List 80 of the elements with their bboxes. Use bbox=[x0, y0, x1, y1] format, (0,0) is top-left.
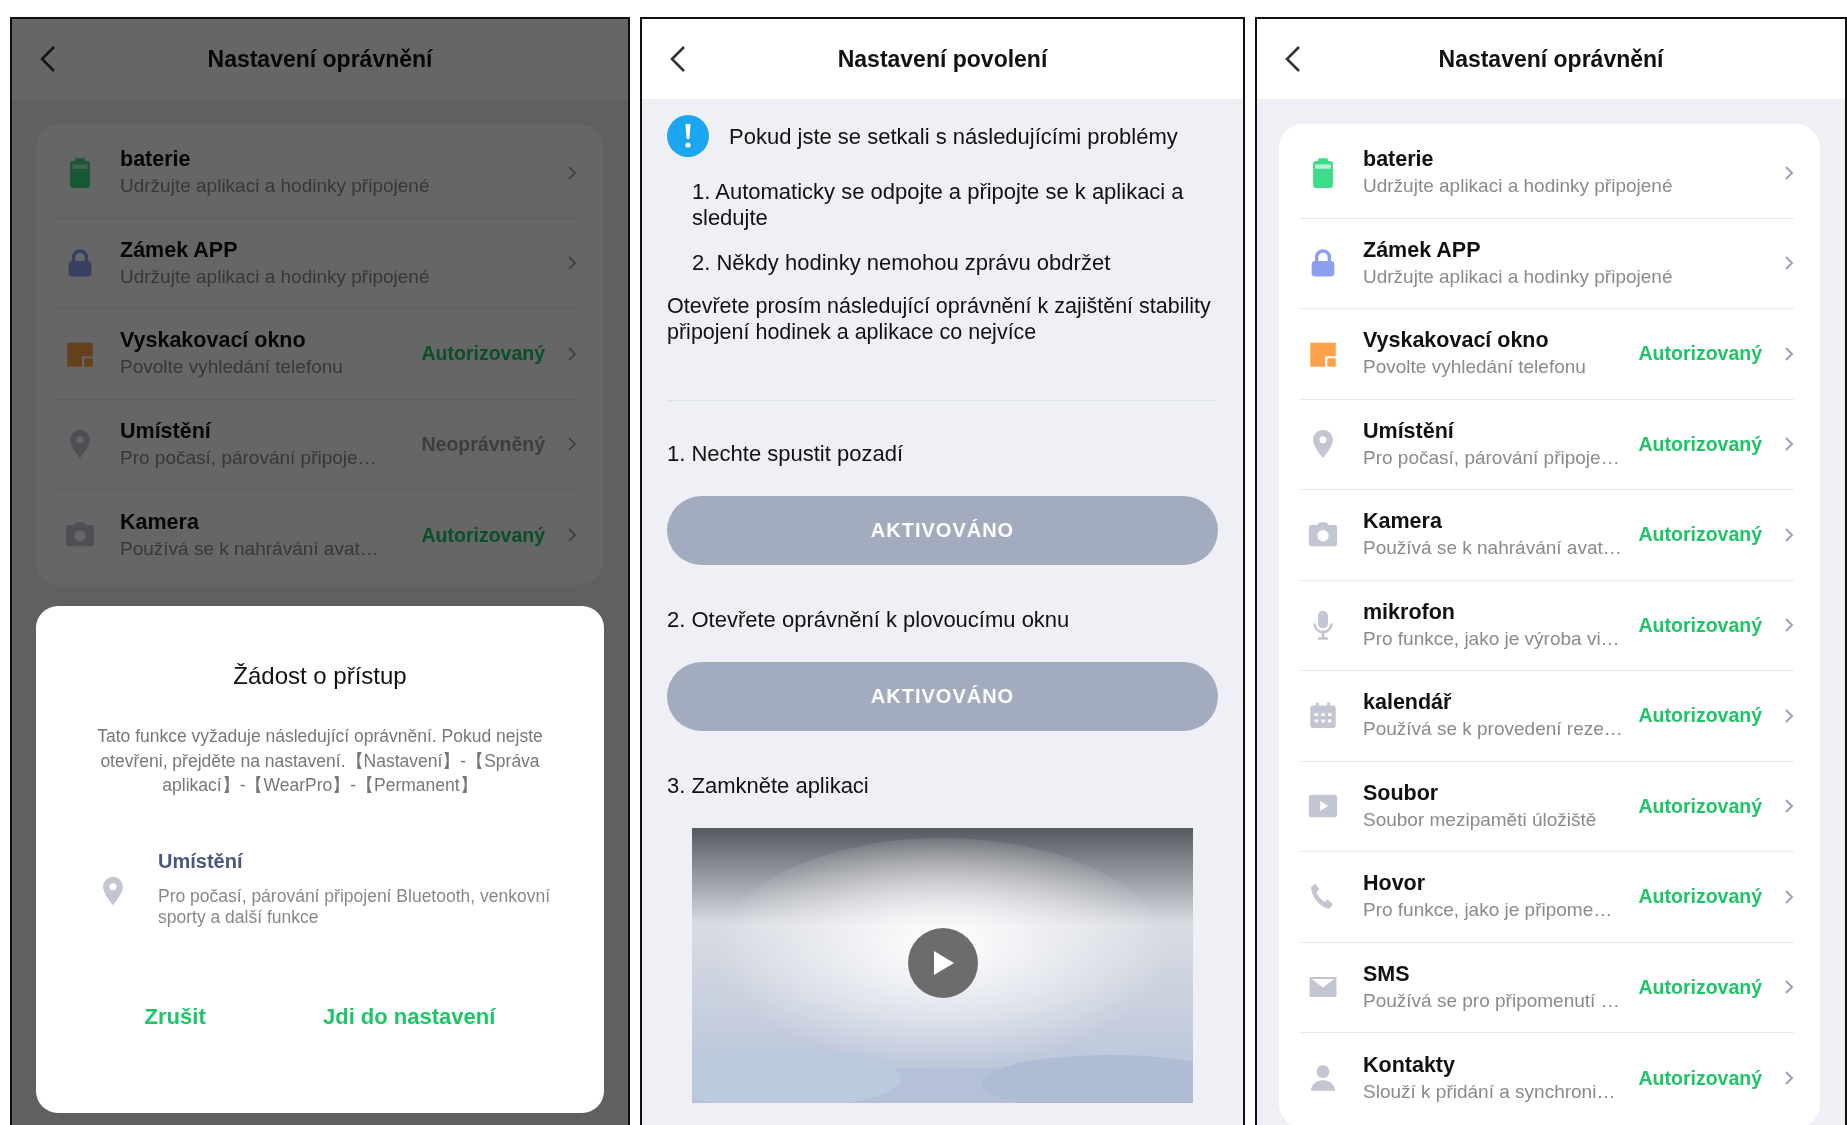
permission-row[interactable]: baterie Udržujte aplikaci a hodinky připojené bbox=[1299, 128, 1794, 219]
permission-row[interactable]: Kontakty Slouží k přidání a synchroni… Autorizovaný bbox=[1299, 1033, 1794, 1124]
permission-title: Kamera bbox=[120, 508, 199, 536]
chevron-right-icon bbox=[1784, 436, 1794, 453]
chevron-right-icon bbox=[567, 527, 577, 544]
chevron-right-icon bbox=[1784, 526, 1794, 543]
step-label: 3. Zamkněte aplikaci bbox=[667, 771, 870, 800]
permission-status: Autorizovaný bbox=[1638, 522, 1762, 548]
chevron-right-icon bbox=[1784, 707, 1794, 724]
permission-title: Soubor bbox=[1363, 779, 1439, 807]
permission-row[interactable]: Soubor Soubor mezipaměti úložiště Autorizovaný bbox=[1299, 761, 1794, 852]
permission-title: SMS bbox=[1363, 960, 1410, 988]
chevron-right-icon bbox=[1784, 345, 1794, 362]
permission-row[interactable]: Vyskakovací okno Povolte vyhledání telefonu Autorizovaný bbox=[1299, 309, 1794, 400]
permission-description: Používá se pro připomenutí … bbox=[1363, 988, 1620, 1013]
permission-title: Umístění bbox=[158, 848, 244, 874]
permission-title: Zámek APP bbox=[120, 236, 238, 264]
screen-title: Nastavení povolení bbox=[837, 44, 1048, 74]
permission-status: Autorizovaný bbox=[1638, 884, 1762, 910]
permission-description: Pro funkce, jako je výroba vi… bbox=[1363, 626, 1620, 651]
permission-description: Povolte vyhledání telefonu bbox=[1363, 355, 1586, 380]
instruction-text: Otevřete prosím následující oprávnění k zajištění stability připojení hodinek a aplikace co nejvíce bbox=[667, 294, 1212, 346]
permission-status: Autorizovaný bbox=[421, 522, 545, 548]
screen-title: Nastavení oprávnění bbox=[207, 44, 433, 74]
permission-status: Autorizovaný bbox=[1638, 431, 1762, 457]
chevron-right-icon bbox=[567, 345, 577, 362]
permission-title: Kontakty bbox=[1363, 1051, 1455, 1079]
step-label: 1. Nechte spustit pozadí bbox=[667, 439, 905, 468]
permission-description: Pro počasí, párování připoje… bbox=[1363, 445, 1620, 470]
permission-title: Kamera bbox=[1363, 508, 1442, 536]
permission-description: Používá se k nahrávání avat… bbox=[1363, 536, 1622, 561]
permission-description: Pro počasí, párování připojení Bluetooth, venkovní sporty a další funkce bbox=[158, 885, 552, 928]
permission-status: Autorizovaný bbox=[1638, 703, 1762, 729]
permission-row[interactable]: Umístění Pro počasí, párování připoje… Autorizovaný bbox=[1299, 399, 1794, 490]
permission-description: Udržujte aplikaci a hodinky připojené bbox=[1363, 264, 1673, 289]
permission-description: Udržujte aplikaci a hodinky připojené bbox=[1363, 174, 1673, 199]
permission-description: Soubor mezipaměti úložiště bbox=[1363, 807, 1597, 832]
permission-row[interactable]: mikrofon Pro funkce, jako je výroba vi… Autorizovaný bbox=[1299, 580, 1794, 671]
notice-text: Pokud jste se setkali s následujícími problémy bbox=[729, 122, 1178, 151]
chevron-right-icon bbox=[567, 436, 577, 453]
permission-title: baterie bbox=[120, 146, 191, 174]
chevron-right-icon bbox=[1784, 1070, 1794, 1087]
permission-row[interactable]: kalendář Používá se k provedení reze… Autorizovaný bbox=[1299, 671, 1794, 762]
permission-row[interactable]: SMS Používá se pro připomenutí … Autorizovaný bbox=[1299, 942, 1794, 1033]
permission-row[interactable]: Zámek APP Udržujte aplikaci a hodinky připojené bbox=[1299, 218, 1794, 309]
permission-description: Pro funkce, jako je připome… bbox=[1363, 898, 1613, 923]
problem-item: 2. Někdy hodinky nemohou zprávu obdržet bbox=[692, 249, 1112, 277]
permission-status: Autorizovaný bbox=[1638, 793, 1762, 819]
permission-title: kalendář bbox=[1363, 689, 1452, 717]
chevron-right-icon bbox=[1784, 164, 1794, 181]
permission-status: Autorizovaný bbox=[1638, 341, 1762, 367]
permission-title: Zámek APP bbox=[1363, 236, 1481, 264]
chevron-right-icon bbox=[1784, 979, 1794, 996]
permission-title: Umístění bbox=[120, 417, 211, 445]
permission-status: Autorizovaný bbox=[1638, 974, 1762, 1000]
chevron-right-icon bbox=[1784, 255, 1794, 272]
permission-title: Vyskakovací okno bbox=[1363, 327, 1549, 355]
permission-row[interactable]: Hovor Pro funkce, jako je připome… Autorizovaný bbox=[1299, 852, 1794, 943]
screen-title: Nastavení oprávnění bbox=[1438, 44, 1664, 74]
permission-status: Autorizovaný bbox=[1638, 612, 1762, 638]
permission-status: Autorizovaný bbox=[1638, 1065, 1762, 1091]
dialog-message: Tato funkce vyžaduje následující oprávnění. Pokud nejste otevřeni, přejděte na nastavení.【Nastavení】-【Správa aplikací】-【WearPro】-【Permanent】 bbox=[96, 725, 544, 797]
chevron-right-icon bbox=[1784, 798, 1794, 815]
permission-title: baterie bbox=[1363, 146, 1434, 174]
permission-title: mikrofon bbox=[1363, 598, 1455, 626]
chevron-right-icon bbox=[567, 164, 577, 181]
permission-title: Umístění bbox=[1363, 417, 1454, 445]
alert-icon bbox=[667, 115, 709, 157]
step-label: 2. Otevřete oprávnění k plovoucímu oknu bbox=[667, 605, 1071, 634]
problem-item: 1. Automaticky se odpojte a připojte se k aplikaci a sledujte bbox=[692, 179, 1185, 232]
permission-description: Používá se k provedení reze… bbox=[1363, 717, 1623, 742]
chevron-right-icon bbox=[1784, 888, 1794, 905]
dialog-title: Žádost o přístup bbox=[232, 661, 408, 691]
chevron-right-icon bbox=[567, 255, 577, 272]
permission-title: Vyskakovací okno bbox=[120, 327, 306, 355]
chevron-right-icon bbox=[1784, 617, 1794, 634]
permission-status: Autorizovaný bbox=[421, 341, 545, 367]
permission-title: Hovor bbox=[1363, 870, 1426, 898]
permission-row[interactable]: Kamera Používá se k nahrávání avat… Autorizovaný bbox=[1299, 490, 1794, 581]
permission-description: Slouží k přidání a synchroni… bbox=[1363, 1079, 1616, 1104]
